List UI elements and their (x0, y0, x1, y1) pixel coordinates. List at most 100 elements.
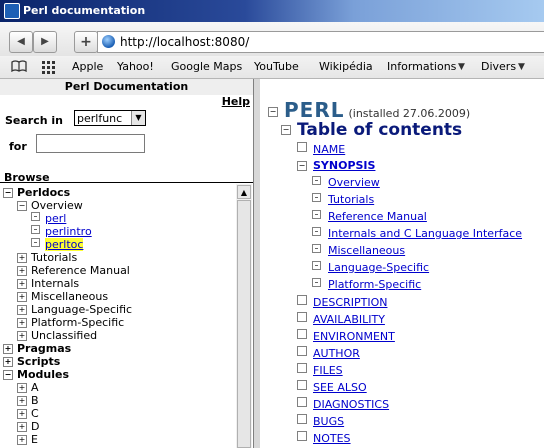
expand-icon[interactable]: + (17, 422, 27, 432)
toc-item-environment[interactable]: ENVIRONMENT (297, 329, 395, 343)
toc-link[interactable]: AUTHOR (313, 347, 360, 360)
toc-item-bugs[interactable]: BUGS (297, 414, 344, 428)
bookmark-youtube[interactable]: YouTube (254, 56, 299, 78)
toc-item-notes[interactable]: NOTES (297, 431, 351, 445)
toc-link[interactable]: SEE ALSO (313, 381, 367, 394)
expand-icon[interactable]: + (17, 331, 27, 341)
expand-icon[interactable]: + (17, 435, 27, 445)
toc-item-see-also[interactable]: SEE ALSO (297, 380, 367, 394)
toc-link[interactable]: DESCRIPTION (313, 296, 387, 309)
expand-icon[interactable]: + (17, 396, 27, 406)
toc-item-availability[interactable]: AVAILABILITY (297, 312, 385, 326)
collapse-icon[interactable]: − (17, 201, 27, 211)
collapse-icon[interactable]: − (3, 188, 13, 198)
toc-link[interactable]: Overview (328, 176, 380, 189)
toc-item-internals[interactable]: Internals and C Language Interface (312, 227, 522, 240)
bookmark-yahoo[interactable]: Yahoo! (117, 56, 154, 78)
search-scope-select[interactable]: perlfunc ▼ (74, 110, 146, 126)
toc-link[interactable]: ENVIRONMENT (313, 330, 395, 343)
toc-item-miscellaneous[interactable]: Miscellaneous (312, 244, 405, 257)
tree-item-c[interactable]: + C (17, 407, 39, 420)
top-sites-grid-icon[interactable] (42, 61, 55, 74)
toc-link[interactable]: NOTES (313, 432, 351, 445)
toc-link[interactable]: FILES (313, 364, 343, 377)
tree-item-b[interactable]: + B (17, 394, 39, 407)
toc-item-platform-specific[interactable]: Platform-Specific (312, 278, 421, 291)
toc-item-reference-manual[interactable]: Reference Manual (312, 210, 427, 223)
tree-scrollbar[interactable]: ▲ (236, 184, 252, 448)
tree-item-pragmas[interactable]: + Pragmas (3, 342, 71, 355)
bookmark-wikipedia[interactable]: Wikipédia (319, 56, 373, 78)
expand-icon[interactable]: + (17, 292, 27, 302)
toc-link[interactable]: AVAILABILITY (313, 313, 385, 326)
new-tab-button[interactable]: + (74, 31, 98, 53)
toc-link[interactable]: Platform-Specific (328, 278, 421, 291)
tree-item-unclassified[interactable]: + Unclassified (17, 329, 97, 342)
expand-icon[interactable]: + (3, 357, 13, 367)
toc-item-files[interactable]: FILES (297, 363, 343, 377)
forward-button[interactable]: ▶ (33, 31, 57, 53)
toc-link[interactable]: SYNOPSIS (313, 159, 375, 172)
expand-icon[interactable]: + (17, 318, 27, 328)
tree-item-reference-manual[interactable]: + Reference Manual (17, 264, 130, 277)
toc-item-author[interactable]: AUTHOR (297, 346, 360, 360)
back-button[interactable]: ◀ (9, 31, 33, 53)
toc-link[interactable]: Reference Manual (328, 210, 427, 223)
toc-link[interactable]: Miscellaneous (328, 244, 405, 257)
help-link[interactable]: Help (222, 95, 250, 108)
tree-item-perldocs[interactable]: − Perldocs (3, 186, 70, 199)
tree-item-internals[interactable]: + Internals (17, 277, 79, 290)
toc-heading: − Table of contents (281, 120, 462, 140)
toc-item-language-specific[interactable]: Language-Specific (312, 261, 429, 274)
collapse-icon[interactable]: − (297, 161, 307, 171)
toc-item-synopsis[interactable]: − SYNOPSIS (297, 159, 375, 172)
toc-item-diagnostics[interactable]: DIAGNOSTICS (297, 397, 389, 411)
expand-icon[interactable]: + (17, 253, 27, 263)
collapse-icon[interactable]: − (281, 125, 291, 135)
tree-item-platform-specific[interactable]: + Platform-Specific (17, 316, 124, 329)
expand-icon[interactable]: + (17, 409, 27, 419)
tree-item-overview[interactable]: − Overview (17, 199, 83, 212)
tree-item-perltoc[interactable]: perltoc (31, 238, 84, 251)
toc-item-name[interactable]: NAME (297, 142, 345, 156)
tree-item-modules[interactable]: − Modules (3, 368, 69, 381)
collapse-icon[interactable]: − (3, 370, 13, 380)
tree-item-scripts[interactable]: + Scripts (3, 355, 60, 368)
expand-icon[interactable]: + (17, 279, 27, 289)
toc-item-overview[interactable]: Overview (312, 176, 380, 189)
toc-item-tutorials[interactable]: Tutorials (312, 193, 374, 206)
collapse-icon[interactable]: − (268, 107, 278, 117)
expand-icon[interactable]: + (3, 344, 13, 354)
expand-icon[interactable]: + (17, 266, 27, 276)
bookmark-google-maps[interactable]: Google Maps (171, 56, 242, 78)
tree-item-perl[interactable]: perl (31, 212, 66, 225)
tree-item-language-specific[interactable]: + Language-Specific (17, 303, 132, 316)
tree-link[interactable]: perlintro (45, 225, 92, 238)
bookmark-apple[interactable]: Apple (72, 56, 103, 78)
tree-link[interactable]: perl (45, 212, 66, 225)
tree-item-miscellaneous[interactable]: + Miscellaneous (17, 290, 108, 303)
toc-link[interactable]: BUGS (313, 415, 344, 428)
address-bar[interactable]: http://localhost:8080/ (97, 31, 544, 53)
search-input[interactable] (36, 134, 145, 153)
toc-link[interactable]: Language-Specific (328, 261, 429, 274)
bookmark-folder-divers[interactable]: Divers (481, 56, 516, 78)
toc-link[interactable]: DIAGNOSTICS (313, 398, 389, 411)
reading-list-icon[interactable] (11, 60, 27, 72)
tree-item-a[interactable]: + A (17, 381, 39, 394)
scroll-up-icon[interactable]: ▲ (237, 185, 251, 199)
toc-link[interactable]: Tutorials (328, 193, 374, 206)
expand-icon[interactable]: + (17, 305, 27, 315)
section-icon (297, 295, 307, 305)
bookmark-folder-informations[interactable]: Informations (387, 56, 456, 78)
expand-icon[interactable]: + (17, 383, 27, 393)
scrollbar-thumb[interactable] (237, 200, 251, 448)
tree-item-d[interactable]: + D (17, 420, 39, 433)
tree-item-e[interactable]: + E (17, 433, 38, 446)
toc-link[interactable]: Internals and C Language Interface (328, 227, 522, 240)
toc-link[interactable]: NAME (313, 143, 345, 156)
tree-item-perlintro[interactable]: perlintro (31, 225, 92, 238)
tree-item-tutorials[interactable]: + Tutorials (17, 251, 77, 264)
toc-item-description[interactable]: DESCRIPTION (297, 295, 387, 309)
tree-link-selected[interactable]: perltoc (45, 238, 84, 251)
